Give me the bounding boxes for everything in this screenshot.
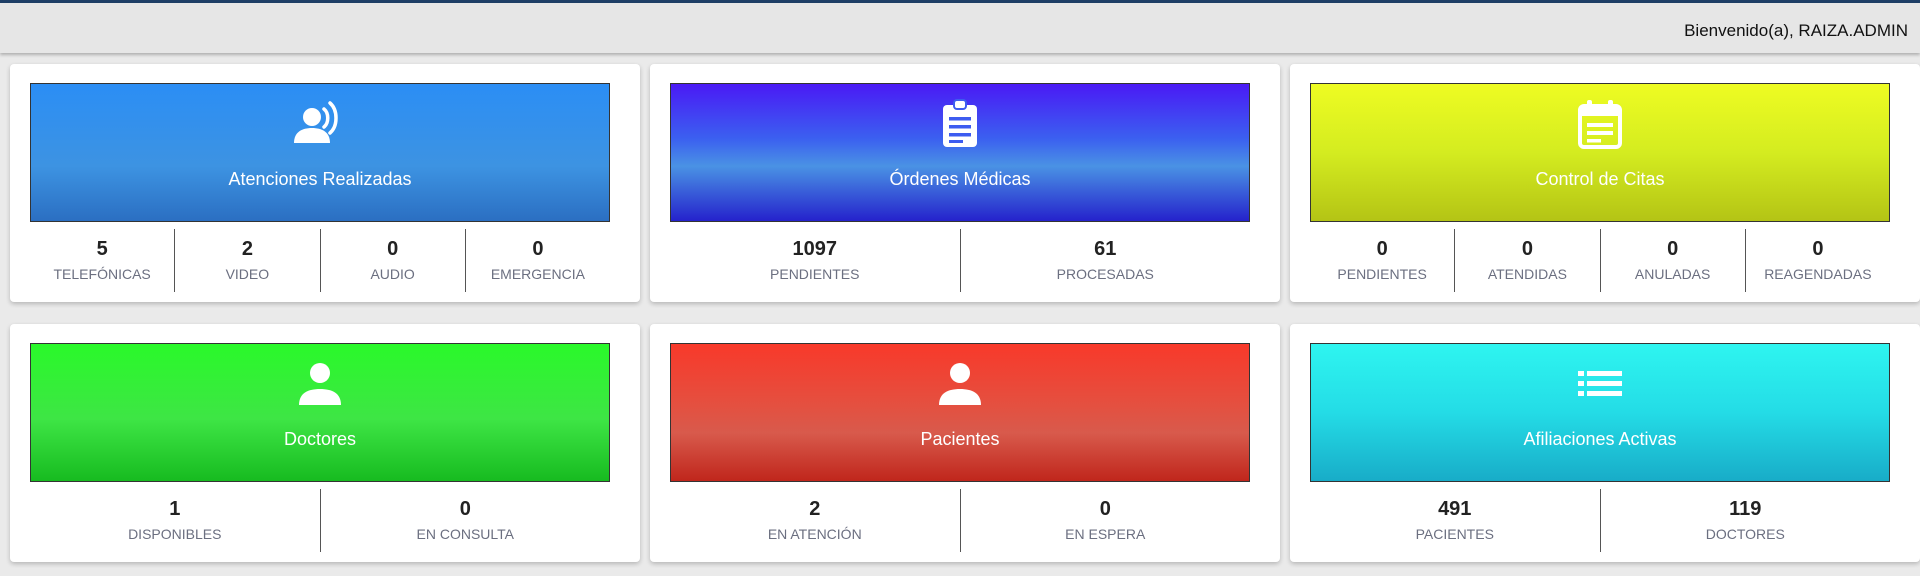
stat-value: 0: [459, 498, 471, 520]
list-icon: [1570, 359, 1630, 409]
card-stats: 491 PACIENTES 119 DOCTORES: [1310, 489, 1890, 552]
card-banner: Órdenes Médicas: [670, 83, 1250, 222]
person-voice-icon: [290, 99, 350, 149]
stat-value: 119: [1729, 498, 1762, 520]
stat-value: 0: [1667, 238, 1679, 260]
card-title: Afiliaciones Activas: [1523, 429, 1677, 449]
stat-en-espera[interactable]: 0 EN ESPERA: [959, 489, 1251, 552]
stat-value: 2: [241, 238, 253, 260]
stat-anuladas[interactable]: 0 ANULADAS: [1599, 229, 1745, 292]
welcome-user-text: Bienvenido(a), RAIZA.ADMIN: [1684, 21, 1908, 40]
stat-atendidas[interactable]: 0 ATENDIDAS: [1454, 229, 1599, 292]
stat-label: PENDIENTES: [770, 266, 860, 282]
stat-disponibles[interactable]: 1 DISPONIBLES: [30, 489, 320, 552]
card-title: Órdenes Médicas: [889, 169, 1031, 189]
stat-value: 0: [1376, 238, 1388, 260]
stat-value: 0: [387, 238, 399, 260]
card-stats: 2 EN ATENCIÓN 0 EN ESPERA: [670, 489, 1250, 552]
card-pacientes[interactable]: Pacientes 2 EN ATENCIÓN 0 EN ESPERA: [650, 324, 1280, 562]
stat-label: PROCESADAS: [1056, 266, 1154, 282]
stat-value: 491: [1438, 498, 1472, 520]
stat-pacientes[interactable]: 491 PACIENTES: [1310, 489, 1600, 552]
stat-value: 0: [1521, 238, 1533, 260]
person-icon: [930, 359, 990, 409]
stat-pendientes[interactable]: 0 PENDIENTES: [1310, 229, 1454, 292]
stat-label: ANULADAS: [1634, 266, 1711, 282]
stat-value: 2: [809, 498, 821, 520]
stat-label: AUDIO: [370, 266, 415, 282]
stat-telefonicas[interactable]: 5 TELEFÓNICAS: [30, 229, 174, 292]
card-stats: 1097 PENDIENTES 61 PROCESADAS: [670, 229, 1250, 292]
card-banner: Doctores: [30, 343, 610, 482]
stat-value: 0: [1812, 238, 1824, 260]
stat-label: EN ATENCIÓN: [767, 526, 862, 542]
stat-reagendadas[interactable]: 0 REAGENDADAS: [1744, 229, 1890, 292]
stat-value: 1097: [792, 238, 838, 260]
card-doctores[interactable]: Doctores 1 DISPONIBLES 0 EN CONSULTA: [10, 324, 640, 562]
stat-label: EN CONSULTA: [416, 526, 515, 542]
card-banner: Afiliaciones Activas: [1310, 343, 1890, 482]
stat-value: 1: [169, 498, 181, 520]
card-title: Doctores: [283, 429, 357, 449]
stat-en-consulta[interactable]: 0 EN CONSULTA: [319, 489, 611, 552]
stat-label: EMERGENCIA: [490, 266, 585, 282]
card-banner: Control de Citas: [1310, 83, 1890, 222]
stat-value: 0: [1099, 498, 1111, 520]
stat-pendientes[interactable]: 1097 PENDIENTES: [670, 229, 960, 292]
dashboard-grid: Atenciones Realizadas 5 TELEFÓNICAS 2 VIDE…: [10, 64, 1920, 566]
stat-doctores[interactable]: 119 DOCTORES: [1599, 489, 1891, 552]
card-title: Atenciones Realizadas: [228, 169, 412, 189]
card-control-de-citas[interactable]: Control de Citas 0 PENDIENTES 0 ATENDIDAS …: [1290, 64, 1920, 302]
stat-audio[interactable]: 0 AUDIO: [319, 229, 465, 292]
card-afiliaciones-activas[interactable]: Afiliaciones Activas 491 PACIENTES 119 DOC…: [1290, 324, 1920, 562]
stat-label: REAGENDADAS: [1764, 266, 1872, 282]
card-ordenes-medicas[interactable]: Órdenes Médicas 1097 PENDIENTES 61 PROCESA…: [650, 64, 1280, 302]
stat-label: DOCTORES: [1705, 526, 1785, 542]
stat-label: ATENDIDAS: [1487, 266, 1567, 282]
card-stats: 5 TELEFÓNICAS 2 VIDEO 0 AUDIO 0 EMERGENCIA: [30, 229, 610, 292]
stat-value: 61: [1094, 238, 1117, 260]
calendar-icon: [1570, 99, 1630, 149]
stat-label: PACIENTES: [1415, 526, 1494, 542]
stat-label: TELEFÓNICAS: [53, 266, 151, 282]
card-title: Pacientes: [920, 429, 1000, 449]
stat-en-atencion[interactable]: 2 EN ATENCIÓN: [670, 489, 960, 552]
person-icon: [290, 359, 350, 409]
card-atenciones-realizadas[interactable]: Atenciones Realizadas 5 TELEFÓNICAS 2 VIDE…: [10, 64, 640, 302]
card-banner: Atenciones Realizadas: [30, 83, 610, 222]
clipboard-icon: [930, 99, 990, 149]
card-stats: 0 PENDIENTES 0 ATENDIDAS 0 ANULADAS 0 REAGEN…: [1310, 229, 1890, 292]
stat-label: EN ESPERA: [1065, 526, 1146, 542]
stat-label: PENDIENTES: [1337, 266, 1427, 282]
card-banner: Pacientes: [670, 343, 1250, 482]
stat-emergencia[interactable]: 0 EMERGENCIA: [464, 229, 610, 292]
stat-label: VIDEO: [225, 266, 270, 282]
top-header-bar: Bienvenido(a), RAIZA.ADMIN: [0, 3, 1920, 53]
card-title: Control de Citas: [1535, 169, 1665, 189]
stat-procesadas[interactable]: 61 PROCESADAS: [959, 229, 1251, 292]
stat-value: 5: [96, 238, 108, 260]
card-stats: 1 DISPONIBLES 0 EN CONSULTA: [30, 489, 610, 552]
stat-video[interactable]: 2 VIDEO: [174, 229, 319, 292]
stat-label: DISPONIBLES: [128, 526, 222, 542]
stat-value: 0: [532, 238, 544, 260]
